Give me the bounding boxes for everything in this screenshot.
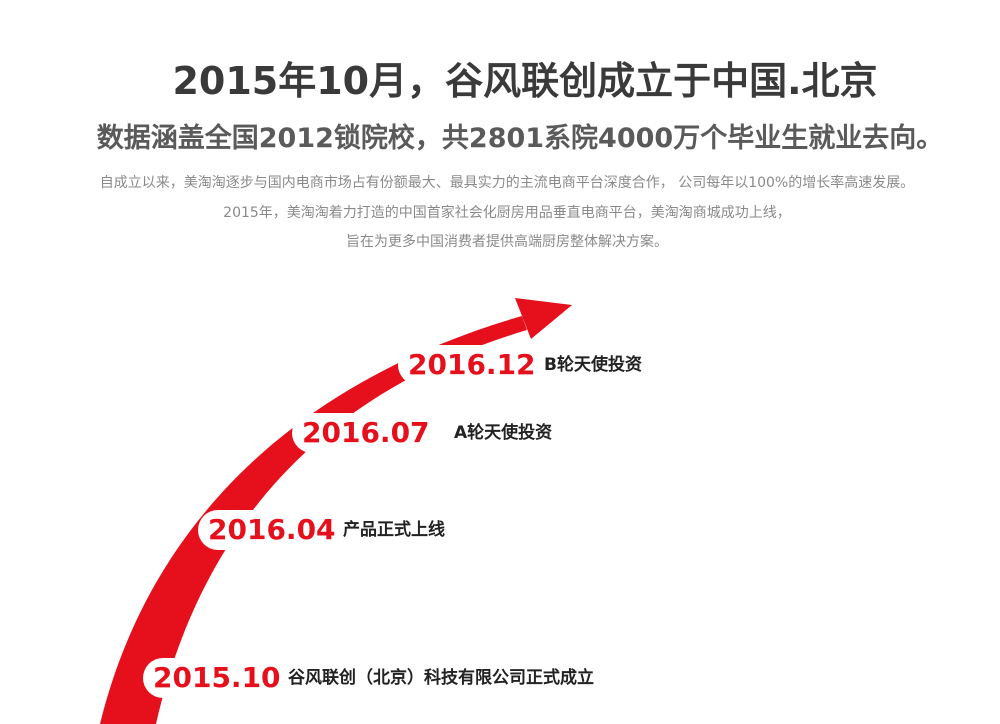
milestone-event: 产品正式上线 bbox=[343, 520, 445, 540]
milestone-date: 2016.12 bbox=[398, 345, 546, 385]
milestone-event: A轮天使投资 bbox=[454, 423, 553, 443]
milestone-date: 2015.10 bbox=[143, 658, 291, 698]
milestone-event: B轮天使投资 bbox=[544, 355, 642, 375]
milestone-date: 2016.04 bbox=[198, 510, 346, 550]
milestone-date: 2016.07 bbox=[292, 413, 440, 453]
milestone-event: 谷风联创（北京）科技有限公司正式成立 bbox=[288, 668, 594, 688]
timeline-arrowhead bbox=[515, 298, 572, 339]
